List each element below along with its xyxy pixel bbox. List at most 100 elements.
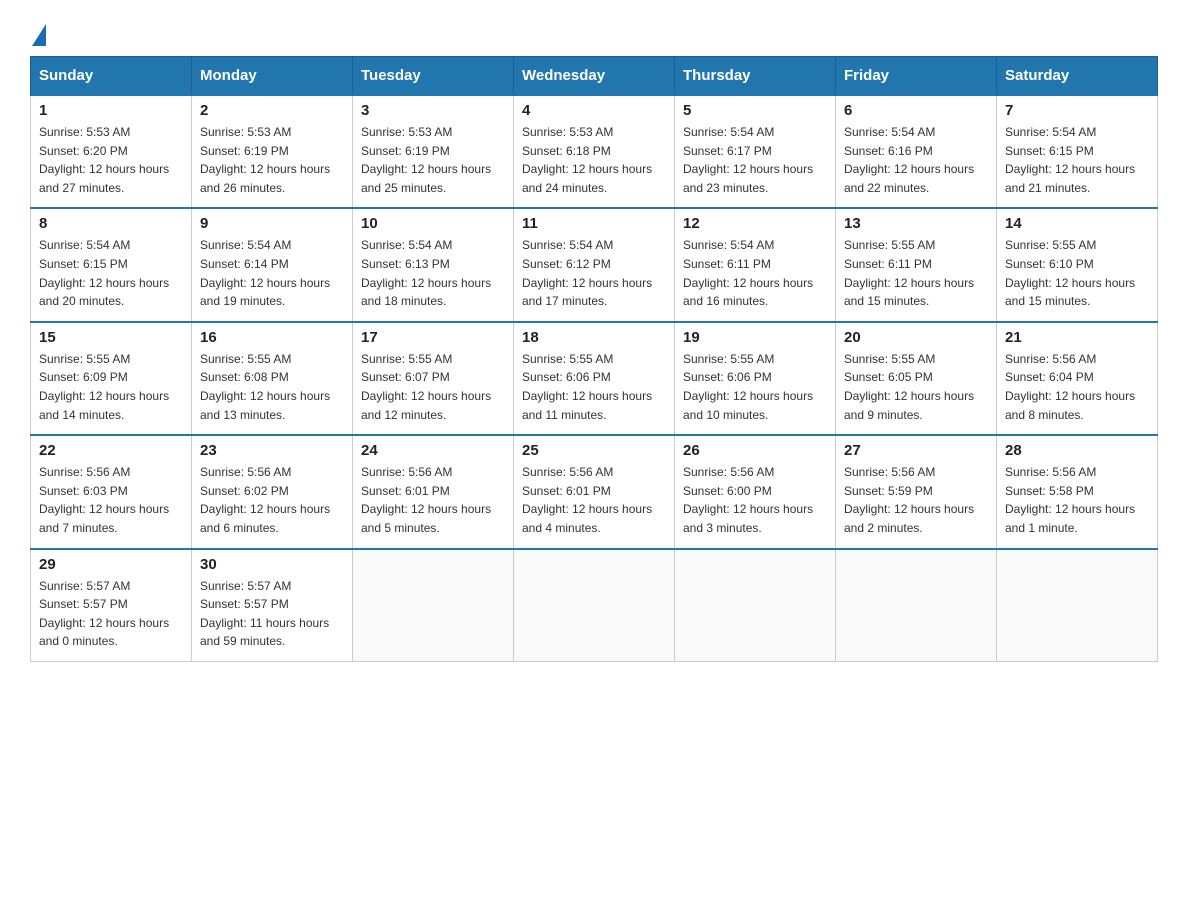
calendar-day-cell <box>514 549 675 662</box>
day-info: Sunrise: 5:56 AMSunset: 6:00 PMDaylight:… <box>683 463 827 537</box>
day-info: Sunrise: 5:54 AMSunset: 6:11 PMDaylight:… <box>683 236 827 310</box>
day-number: 30 <box>200 556 344 573</box>
calendar-day-cell <box>836 549 997 662</box>
calendar-day-cell: 26 Sunrise: 5:56 AMSunset: 6:00 PMDaylig… <box>675 435 836 548</box>
day-info: Sunrise: 5:55 AMSunset: 6:11 PMDaylight:… <box>844 236 988 310</box>
day-info: Sunrise: 5:53 AMSunset: 6:18 PMDaylight:… <box>522 123 666 197</box>
day-number: 25 <box>522 442 666 459</box>
day-info: Sunrise: 5:56 AMSunset: 6:01 PMDaylight:… <box>361 463 505 537</box>
calendar-day-cell: 4 Sunrise: 5:53 AMSunset: 6:18 PMDayligh… <box>514 95 675 208</box>
day-number: 11 <box>522 215 666 232</box>
weekday-header-friday: Friday <box>836 57 997 96</box>
day-number: 17 <box>361 329 505 346</box>
day-number: 1 <box>39 102 183 119</box>
day-number: 21 <box>1005 329 1149 346</box>
day-info: Sunrise: 5:56 AMSunset: 6:02 PMDaylight:… <box>200 463 344 537</box>
day-number: 28 <box>1005 442 1149 459</box>
logo-triangle-icon <box>32 24 46 46</box>
calendar-day-cell: 22 Sunrise: 5:56 AMSunset: 6:03 PMDaylig… <box>31 435 192 548</box>
day-info: Sunrise: 5:54 AMSunset: 6:13 PMDaylight:… <box>361 236 505 310</box>
day-info: Sunrise: 5:55 AMSunset: 6:06 PMDaylight:… <box>522 350 666 424</box>
calendar-day-cell <box>353 549 514 662</box>
day-number: 22 <box>39 442 183 459</box>
day-number: 12 <box>683 215 827 232</box>
weekday-header-saturday: Saturday <box>997 57 1158 96</box>
day-info: Sunrise: 5:53 AMSunset: 6:19 PMDaylight:… <box>361 123 505 197</box>
day-number: 2 <box>200 102 344 119</box>
day-number: 26 <box>683 442 827 459</box>
calendar-day-cell: 20 Sunrise: 5:55 AMSunset: 6:05 PMDaylig… <box>836 322 997 435</box>
calendar-week-row: 22 Sunrise: 5:56 AMSunset: 6:03 PMDaylig… <box>31 435 1158 548</box>
calendar-day-cell: 6 Sunrise: 5:54 AMSunset: 6:16 PMDayligh… <box>836 95 997 208</box>
calendar-day-cell: 23 Sunrise: 5:56 AMSunset: 6:02 PMDaylig… <box>192 435 353 548</box>
day-number: 7 <box>1005 102 1149 119</box>
calendar-day-cell: 17 Sunrise: 5:55 AMSunset: 6:07 PMDaylig… <box>353 322 514 435</box>
day-number: 4 <box>522 102 666 119</box>
calendar-day-cell: 10 Sunrise: 5:54 AMSunset: 6:13 PMDaylig… <box>353 208 514 321</box>
day-number: 3 <box>361 102 505 119</box>
weekday-header-monday: Monday <box>192 57 353 96</box>
day-number: 18 <box>522 329 666 346</box>
calendar-day-cell: 1 Sunrise: 5:53 AMSunset: 6:20 PMDayligh… <box>31 95 192 208</box>
day-info: Sunrise: 5:56 AMSunset: 6:04 PMDaylight:… <box>1005 350 1149 424</box>
calendar-day-cell: 25 Sunrise: 5:56 AMSunset: 6:01 PMDaylig… <box>514 435 675 548</box>
day-number: 6 <box>844 102 988 119</box>
calendar-day-cell: 27 Sunrise: 5:56 AMSunset: 5:59 PMDaylig… <box>836 435 997 548</box>
day-info: Sunrise: 5:56 AMSunset: 5:59 PMDaylight:… <box>844 463 988 537</box>
day-info: Sunrise: 5:55 AMSunset: 6:09 PMDaylight:… <box>39 350 183 424</box>
calendar-day-cell: 14 Sunrise: 5:55 AMSunset: 6:10 PMDaylig… <box>997 208 1158 321</box>
day-info: Sunrise: 5:56 AMSunset: 6:03 PMDaylight:… <box>39 463 183 537</box>
day-number: 14 <box>1005 215 1149 232</box>
day-number: 29 <box>39 556 183 573</box>
day-number: 10 <box>361 215 505 232</box>
calendar-day-cell: 8 Sunrise: 5:54 AMSunset: 6:15 PMDayligh… <box>31 208 192 321</box>
page-header <box>30 20 1158 46</box>
logo <box>30 20 46 46</box>
calendar-day-cell: 13 Sunrise: 5:55 AMSunset: 6:11 PMDaylig… <box>836 208 997 321</box>
day-info: Sunrise: 5:53 AMSunset: 6:20 PMDaylight:… <box>39 123 183 197</box>
day-number: 20 <box>844 329 988 346</box>
day-number: 27 <box>844 442 988 459</box>
weekday-header-sunday: Sunday <box>31 57 192 96</box>
calendar-day-cell: 16 Sunrise: 5:55 AMSunset: 6:08 PMDaylig… <box>192 322 353 435</box>
day-number: 5 <box>683 102 827 119</box>
day-number: 16 <box>200 329 344 346</box>
calendar-day-cell: 11 Sunrise: 5:54 AMSunset: 6:12 PMDaylig… <box>514 208 675 321</box>
calendar-day-cell: 30 Sunrise: 5:57 AMSunset: 5:57 PMDaylig… <box>192 549 353 662</box>
day-info: Sunrise: 5:56 AMSunset: 5:58 PMDaylight:… <box>1005 463 1149 537</box>
day-number: 23 <box>200 442 344 459</box>
day-info: Sunrise: 5:55 AMSunset: 6:08 PMDaylight:… <box>200 350 344 424</box>
calendar-week-row: 29 Sunrise: 5:57 AMSunset: 5:57 PMDaylig… <box>31 549 1158 662</box>
day-info: Sunrise: 5:54 AMSunset: 6:12 PMDaylight:… <box>522 236 666 310</box>
day-info: Sunrise: 5:54 AMSunset: 6:15 PMDaylight:… <box>39 236 183 310</box>
day-number: 9 <box>200 215 344 232</box>
day-info: Sunrise: 5:57 AMSunset: 5:57 PMDaylight:… <box>39 577 183 651</box>
day-info: Sunrise: 5:55 AMSunset: 6:10 PMDaylight:… <box>1005 236 1149 310</box>
day-info: Sunrise: 5:54 AMSunset: 6:17 PMDaylight:… <box>683 123 827 197</box>
day-info: Sunrise: 5:57 AMSunset: 5:57 PMDaylight:… <box>200 577 344 651</box>
calendar-day-cell: 5 Sunrise: 5:54 AMSunset: 6:17 PMDayligh… <box>675 95 836 208</box>
day-number: 8 <box>39 215 183 232</box>
calendar-day-cell: 12 Sunrise: 5:54 AMSunset: 6:11 PMDaylig… <box>675 208 836 321</box>
day-number: 15 <box>39 329 183 346</box>
day-info: Sunrise: 5:55 AMSunset: 6:07 PMDaylight:… <box>361 350 505 424</box>
day-number: 13 <box>844 215 988 232</box>
calendar-day-cell <box>997 549 1158 662</box>
day-info: Sunrise: 5:54 AMSunset: 6:15 PMDaylight:… <box>1005 123 1149 197</box>
day-info: Sunrise: 5:53 AMSunset: 6:19 PMDaylight:… <box>200 123 344 197</box>
calendar-day-cell <box>675 549 836 662</box>
day-info: Sunrise: 5:55 AMSunset: 6:06 PMDaylight:… <box>683 350 827 424</box>
calendar-day-cell: 21 Sunrise: 5:56 AMSunset: 6:04 PMDaylig… <box>997 322 1158 435</box>
calendar-day-cell: 29 Sunrise: 5:57 AMSunset: 5:57 PMDaylig… <box>31 549 192 662</box>
day-info: Sunrise: 5:54 AMSunset: 6:16 PMDaylight:… <box>844 123 988 197</box>
calendar-week-row: 15 Sunrise: 5:55 AMSunset: 6:09 PMDaylig… <box>31 322 1158 435</box>
calendar-day-cell: 19 Sunrise: 5:55 AMSunset: 6:06 PMDaylig… <box>675 322 836 435</box>
calendar-day-cell: 15 Sunrise: 5:55 AMSunset: 6:09 PMDaylig… <box>31 322 192 435</box>
calendar-day-cell: 7 Sunrise: 5:54 AMSunset: 6:15 PMDayligh… <box>997 95 1158 208</box>
calendar-week-row: 8 Sunrise: 5:54 AMSunset: 6:15 PMDayligh… <box>31 208 1158 321</box>
day-number: 24 <box>361 442 505 459</box>
weekday-header-wednesday: Wednesday <box>514 57 675 96</box>
weekday-header-row: SundayMondayTuesdayWednesdayThursdayFrid… <box>31 57 1158 96</box>
calendar-day-cell: 18 Sunrise: 5:55 AMSunset: 6:06 PMDaylig… <box>514 322 675 435</box>
calendar-day-cell: 9 Sunrise: 5:54 AMSunset: 6:14 PMDayligh… <box>192 208 353 321</box>
